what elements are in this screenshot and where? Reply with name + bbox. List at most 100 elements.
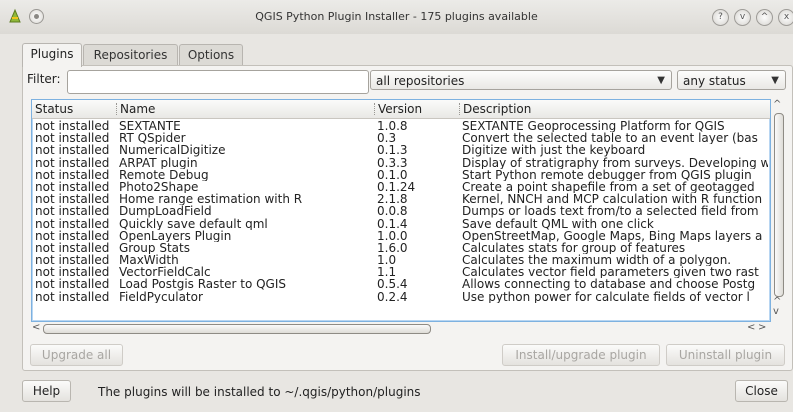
scroll-up-icon[interactable]: ^ xyxy=(773,100,781,110)
name-cell: Group Stats xyxy=(119,241,190,255)
column-separator[interactable] xyxy=(116,103,118,115)
table-row[interactable]: not installed FieldPyculator 0.2.4 Use pyth… xyxy=(32,291,770,303)
tab-options[interactable]: Options xyxy=(179,44,243,66)
name-cell: OpenLayers Plugin xyxy=(119,229,232,242)
table-row[interactable]: not installed NumericalDigitize 0.1.3 Digit… xyxy=(32,144,770,156)
description-cell: SEXTANTE Geoprocessing Platform for QGIS xyxy=(462,120,725,133)
close-window-button[interactable]: x xyxy=(778,9,793,26)
version-cell: 1.0.0 xyxy=(377,229,408,242)
column-separator[interactable] xyxy=(459,103,461,115)
status-cell: not installed xyxy=(35,156,110,169)
upgrade-all-button[interactable]: Upgrade all xyxy=(30,344,123,366)
description-cell: Convert the selected table to an event l… xyxy=(462,132,758,145)
version-cell: 1.1 xyxy=(377,266,397,279)
table-row[interactable]: not installed RT QSpider 0.3 Convert the se… xyxy=(32,132,770,144)
status-cell: not installed xyxy=(35,144,110,157)
table-row[interactable]: not installed Group Stats 1.6.0 Calculates … xyxy=(32,242,770,254)
help-window-button[interactable]: ? xyxy=(712,9,729,26)
version-cell: 0.1.24 xyxy=(377,180,416,194)
horizontal-scroll-thumb[interactable] xyxy=(43,324,431,334)
version-cell: 0.1.4 xyxy=(377,217,408,230)
description-cell: Use python power for calculate fields of… xyxy=(462,290,750,303)
name-cell: Quickly save default qml xyxy=(119,217,268,230)
description-cell: Create a point shapefile from a set of g… xyxy=(462,180,755,194)
filter-label: Filter: xyxy=(27,72,61,86)
status-cell: not installed xyxy=(35,217,110,230)
status-select[interactable]: any status ▼ xyxy=(677,70,786,90)
table-row[interactable]: not installed DumpLoadField 0.0.8 Dumps or … xyxy=(32,205,770,217)
column-separator[interactable] xyxy=(374,103,376,115)
uninstall-button[interactable]: Uninstall plugin xyxy=(666,344,785,366)
status-cell: not installed xyxy=(35,266,110,279)
description-cell: Display of stratigraphy from surveys. De… xyxy=(462,156,768,169)
column-header-version[interactable]: Version xyxy=(378,102,422,116)
vertical-scroll-thumb[interactable] xyxy=(774,113,784,297)
table-row[interactable]: not installed OpenLayers Plugin 1.0.0 OpenS… xyxy=(32,230,770,242)
tab-plugins[interactable]: Plugins xyxy=(22,43,82,67)
version-cell: 0.2.4 xyxy=(377,290,408,303)
table-row[interactable]: not installed Remote Debug 0.1.0 Start Pyth… xyxy=(32,169,770,181)
table-row[interactable]: not installed Quickly save default qml 0.1… xyxy=(32,218,770,230)
description-cell: Calculates stats for group of features xyxy=(462,241,686,255)
table-row[interactable]: not installed ARPAT plugin 0.3.3 Display of… xyxy=(32,157,770,169)
scroll-down-icon[interactable]: v xyxy=(773,307,779,317)
horizontal-scrollbar[interactable]: < < > xyxy=(31,322,769,335)
name-cell: DumpLoadField xyxy=(119,205,212,218)
status-cell: not installed xyxy=(35,241,110,255)
name-cell: NumericalDigitize xyxy=(119,144,226,157)
minimize-button[interactable]: v xyxy=(734,9,751,26)
description-cell: OpenStreetMap, Google Maps, Bing Maps la… xyxy=(462,229,763,242)
description-cell: Calculates vector field parameters given… xyxy=(462,266,759,279)
table-row[interactable]: not installed VectorFieldCalc 1.1 Calculate… xyxy=(32,266,770,278)
repository-select-value: all repositories xyxy=(376,74,465,88)
description-cell: Digitize with just the keyboard xyxy=(462,144,646,157)
description-cell: Calculates the maximum width of a polygo… xyxy=(462,254,732,267)
scroll-right-icon[interactable]: > xyxy=(758,323,766,333)
vertical-scrollbar[interactable]: ^ ^ v xyxy=(771,99,785,320)
name-cell: Photo2Shape xyxy=(119,180,199,194)
status-cell: not installed xyxy=(35,132,110,145)
scroll-left-icon[interactable]: < xyxy=(747,323,755,333)
column-header-name[interactable]: Name xyxy=(120,102,155,116)
chevron-down-icon: ▼ xyxy=(657,75,665,86)
name-cell: SEXTANTE xyxy=(119,120,181,133)
description-cell: Dumps or loads text from/to a selected f… xyxy=(462,205,759,218)
chevron-down-icon: ▼ xyxy=(771,75,779,86)
table-row[interactable]: not installed SEXTANTE 1.0.8 SEXTANTE Geopr… xyxy=(32,120,770,132)
table-row[interactable]: not installed Photo2Shape 0.1.24 Create a p… xyxy=(32,181,770,193)
name-cell: FieldPyculator xyxy=(119,290,203,303)
status-cell: not installed xyxy=(35,180,110,194)
install-path-message: The plugins will be installed to ~/.qgis… xyxy=(98,385,421,399)
filter-input[interactable] xyxy=(67,70,369,94)
status-cell: not installed xyxy=(35,193,110,206)
name-cell: Remote Debug xyxy=(119,168,209,181)
window-title: QGIS Python Plugin Installer - 175 plugi… xyxy=(255,10,538,23)
version-cell: 0.1.0 xyxy=(377,168,408,181)
plugins-table[interactable]: Status Name Version Description not inst… xyxy=(31,99,771,322)
name-cell: Load Postgis Raster to QGIS xyxy=(119,278,287,291)
column-header-description[interactable]: Description xyxy=(463,102,531,116)
table-row[interactable]: not installed MaxWidth 1.0 Calculates the m… xyxy=(32,254,770,266)
status-cell: not installed xyxy=(35,254,110,267)
table-row[interactable]: not installed Home range estimation with … xyxy=(32,193,770,205)
table-body: not installed SEXTANTE 1.0.8 SEXTANTE Geopr… xyxy=(32,120,770,303)
status-cell: not installed xyxy=(35,168,110,181)
maximize-button[interactable]: ^ xyxy=(756,9,773,26)
tab-repositories[interactable]: Repositories xyxy=(83,44,178,66)
close-button[interactable]: Close xyxy=(735,380,788,402)
name-cell: VectorFieldCalc xyxy=(119,266,211,279)
status-cell: not installed xyxy=(35,229,110,242)
name-cell: ARPAT plugin xyxy=(119,156,198,169)
install-upgrade-button[interactable]: Install/upgrade plugin xyxy=(502,344,660,366)
version-cell: 0.1.3 xyxy=(377,144,408,157)
status-cell: not installed xyxy=(35,278,110,291)
title-bar: QGIS Python Plugin Installer - 175 plugi… xyxy=(0,0,793,34)
name-cell: Home range estimation with R xyxy=(119,193,303,206)
repository-select[interactable]: all repositories ▼ xyxy=(370,70,672,90)
help-button[interactable]: Help xyxy=(22,380,71,402)
table-row[interactable]: not installed Load Postgis Raster to QGIS… xyxy=(32,278,770,290)
version-cell: 1.0 xyxy=(377,254,397,267)
version-cell: 1.6.0 xyxy=(377,241,408,255)
scroll-left-icon[interactable]: < xyxy=(32,323,40,333)
column-header-status[interactable]: Status xyxy=(35,102,73,116)
